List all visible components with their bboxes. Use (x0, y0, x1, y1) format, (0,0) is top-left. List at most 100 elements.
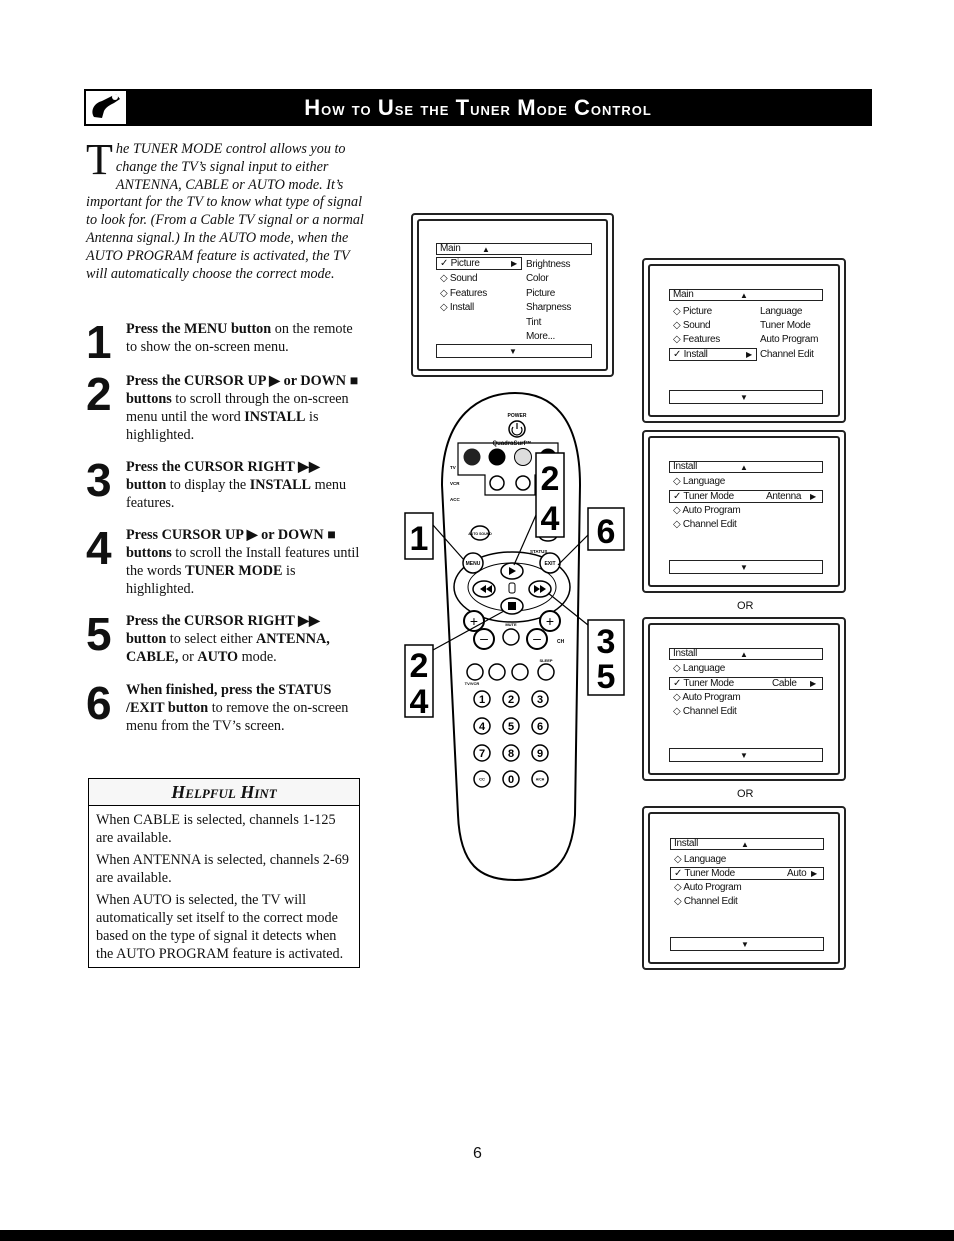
step-number: 1 (86, 316, 112, 368)
menu-title-bar: Main ▲ (436, 243, 592, 255)
svg-text:2: 2 (541, 460, 560, 498)
svg-text:+: + (470, 613, 478, 629)
cc-button-label: CC (479, 777, 485, 782)
svg-text:+: + (546, 613, 554, 629)
digit-button-6-label: 6 (537, 721, 543, 733)
svg-text:3: 3 (597, 623, 616, 661)
sleep-label: SLEEP (539, 658, 552, 663)
tv-screen-install-antenna: Install ▲ ◇ Language ✓ Tuner Mode Antenna ▶… (642, 430, 846, 593)
section-header: How to Use the Tuner Mode Control (84, 89, 872, 126)
tuner-mode-value: Auto (787, 868, 807, 879)
tv-mode-label: TV (450, 465, 456, 470)
step-text: or (178, 649, 198, 665)
menu-title-bar: Install ▲ (669, 648, 823, 660)
step-text: to select either (166, 631, 257, 647)
tv-screen-install-auto: Install ▲ ◇ Language ✓ Tuner Mode Auto ▶ ◇ … (642, 806, 846, 970)
scroll-down-bar: ▼ (669, 390, 823, 404)
scroll-down-bar: ▼ (669, 748, 823, 762)
menu-item-tuner-mode: ✓ Tuner Mode Antenna ▶ (669, 490, 823, 503)
submenu-item: Sharpness (526, 302, 572, 313)
hint-paragraph: When ANTENNA is selected, channels 2-69 … (96, 852, 349, 886)
or-label: OR (737, 788, 754, 800)
svg-text:5: 5 (597, 658, 616, 696)
scroll-down-bar: ▼ (669, 560, 823, 574)
step-bold: INSTALL (244, 409, 306, 425)
quadrasurf-button-3 (514, 448, 532, 466)
menu-item-auto-program: ◇ Auto Program (673, 692, 741, 703)
scroll-down-bar: ▼ (670, 937, 824, 951)
tuner-mode-value: Antenna (766, 491, 802, 502)
hint-paragraph: When AUTO is selected, the TV will autom… (96, 892, 344, 962)
power-label: POWER (508, 413, 527, 419)
menu-item-language: ◇ Language (674, 854, 726, 865)
auto-sound-label: AUTO SOUND (468, 532, 492, 536)
helpful-hint-box: Helpful Hint When CABLE is selected, cha… (88, 778, 360, 968)
digit-button-0-label: 0 (508, 774, 514, 786)
menu-label: MENU (466, 561, 481, 567)
menu-item-install: ◇ Install (440, 302, 474, 313)
ach-button-label: A/CH (536, 778, 545, 782)
pause-button (511, 663, 529, 681)
tuner-mode-value: Cable (772, 678, 797, 689)
step-3: 3 Press the CURSOR RIGHT ▶▶ button to di… (86, 454, 362, 512)
step-number: 5 (86, 608, 112, 660)
digit-button-4-label: 4 (479, 721, 486, 733)
step-text: mode. (238, 649, 277, 665)
svg-text:4: 4 (541, 500, 560, 538)
step-4: 4 Press CURSOR UP ▶ or DOWN ■ buttons to… (86, 522, 362, 598)
step-number: 4 (86, 522, 112, 574)
tv-screen-main-install: Main ▲ ◇ Picture ◇ Sound ◇ Features ✓ Ins… (642, 258, 846, 423)
submenu-item: Tint (526, 317, 542, 328)
menu-item-sound: ◇ Sound (673, 320, 711, 331)
digit-button-2-label: 2 (508, 694, 514, 706)
quadrasurf-button-1 (463, 448, 481, 466)
mute-label: MUTE (505, 622, 517, 627)
menu-title-bar: Install ▲ (670, 838, 824, 850)
submenu-item: Color (526, 273, 549, 284)
menu-item-auto-program: ◇ Auto Program (674, 882, 742, 893)
sleep-button (537, 663, 555, 681)
menu-title-bar: Main ▲ (669, 289, 823, 301)
submenu-item: Tuner Mode (760, 320, 811, 331)
intro-text: he TUNER MODE control allows you to chan… (86, 141, 364, 282)
menu-item-install: ✓ Install ▶ (669, 348, 757, 361)
submenu-item: Channel Edit (760, 349, 814, 360)
smart-sound-button (515, 475, 531, 491)
submenu-item: Language (760, 306, 803, 317)
hint-title: Helpful Hint (89, 779, 359, 806)
step-bold: TUNER MODE (185, 563, 283, 579)
step-number: 6 (86, 677, 112, 729)
submenu-item: More... (526, 331, 556, 342)
record-button (488, 663, 506, 681)
tv-screen-install-cable: Install ▲ ◇ Language ✓ Tuner Mode Cable ▶ ◇… (642, 617, 846, 781)
svg-text:–: – (480, 630, 488, 646)
step-1: 1 Press the MENU button on the remote to… (86, 319, 362, 365)
mute-button (502, 628, 520, 646)
scroll-down-bar: ▼ (436, 344, 592, 358)
step-5: 5 Press the CURSOR RIGHT ▶▶ button to se… (86, 608, 362, 666)
step-2: 2 Press the CURSOR UP ▶ or DOWN ■ button… (86, 368, 362, 444)
menu-item-auto-program: ◇ Auto Program (673, 505, 741, 516)
submenu-item: Picture (526, 288, 556, 299)
digit-button-7-label: 7 (479, 748, 485, 760)
quadrasurf-label: QuadraSurf™ (492, 440, 531, 447)
step-number: 2 (86, 368, 112, 420)
menu-item-language: ◇ Language (673, 476, 725, 487)
menu-item-channel-edit: ◇ Channel Edit (673, 519, 737, 530)
acc-mode-label: ACC (450, 497, 460, 502)
svg-text:1: 1 (410, 520, 429, 558)
menu-item-features: ◇ Features (673, 334, 720, 345)
menu-item-tuner-mode: ✓ Tuner Mode Cable ▶ (669, 677, 823, 690)
digit-button-9-label: 9 (537, 748, 543, 760)
svg-text:4: 4 (410, 683, 429, 721)
menu-item-channel-edit: ◇ Channel Edit (673, 706, 737, 717)
menu-item-sound: ◇ Sound (440, 273, 478, 284)
submenu-item: Auto Program (760, 334, 819, 345)
footer-bar (0, 1230, 954, 1241)
step-number: 3 (86, 454, 112, 506)
menu-item-features: ◇ Features (440, 288, 487, 299)
menu-item-picture: ◇ Picture (673, 306, 712, 317)
step-bold: INSTALL (249, 477, 312, 493)
status-label: STATUS (530, 549, 547, 554)
menu-item-tuner-mode: ✓ Tuner Mode Auto ▶ (670, 867, 824, 880)
